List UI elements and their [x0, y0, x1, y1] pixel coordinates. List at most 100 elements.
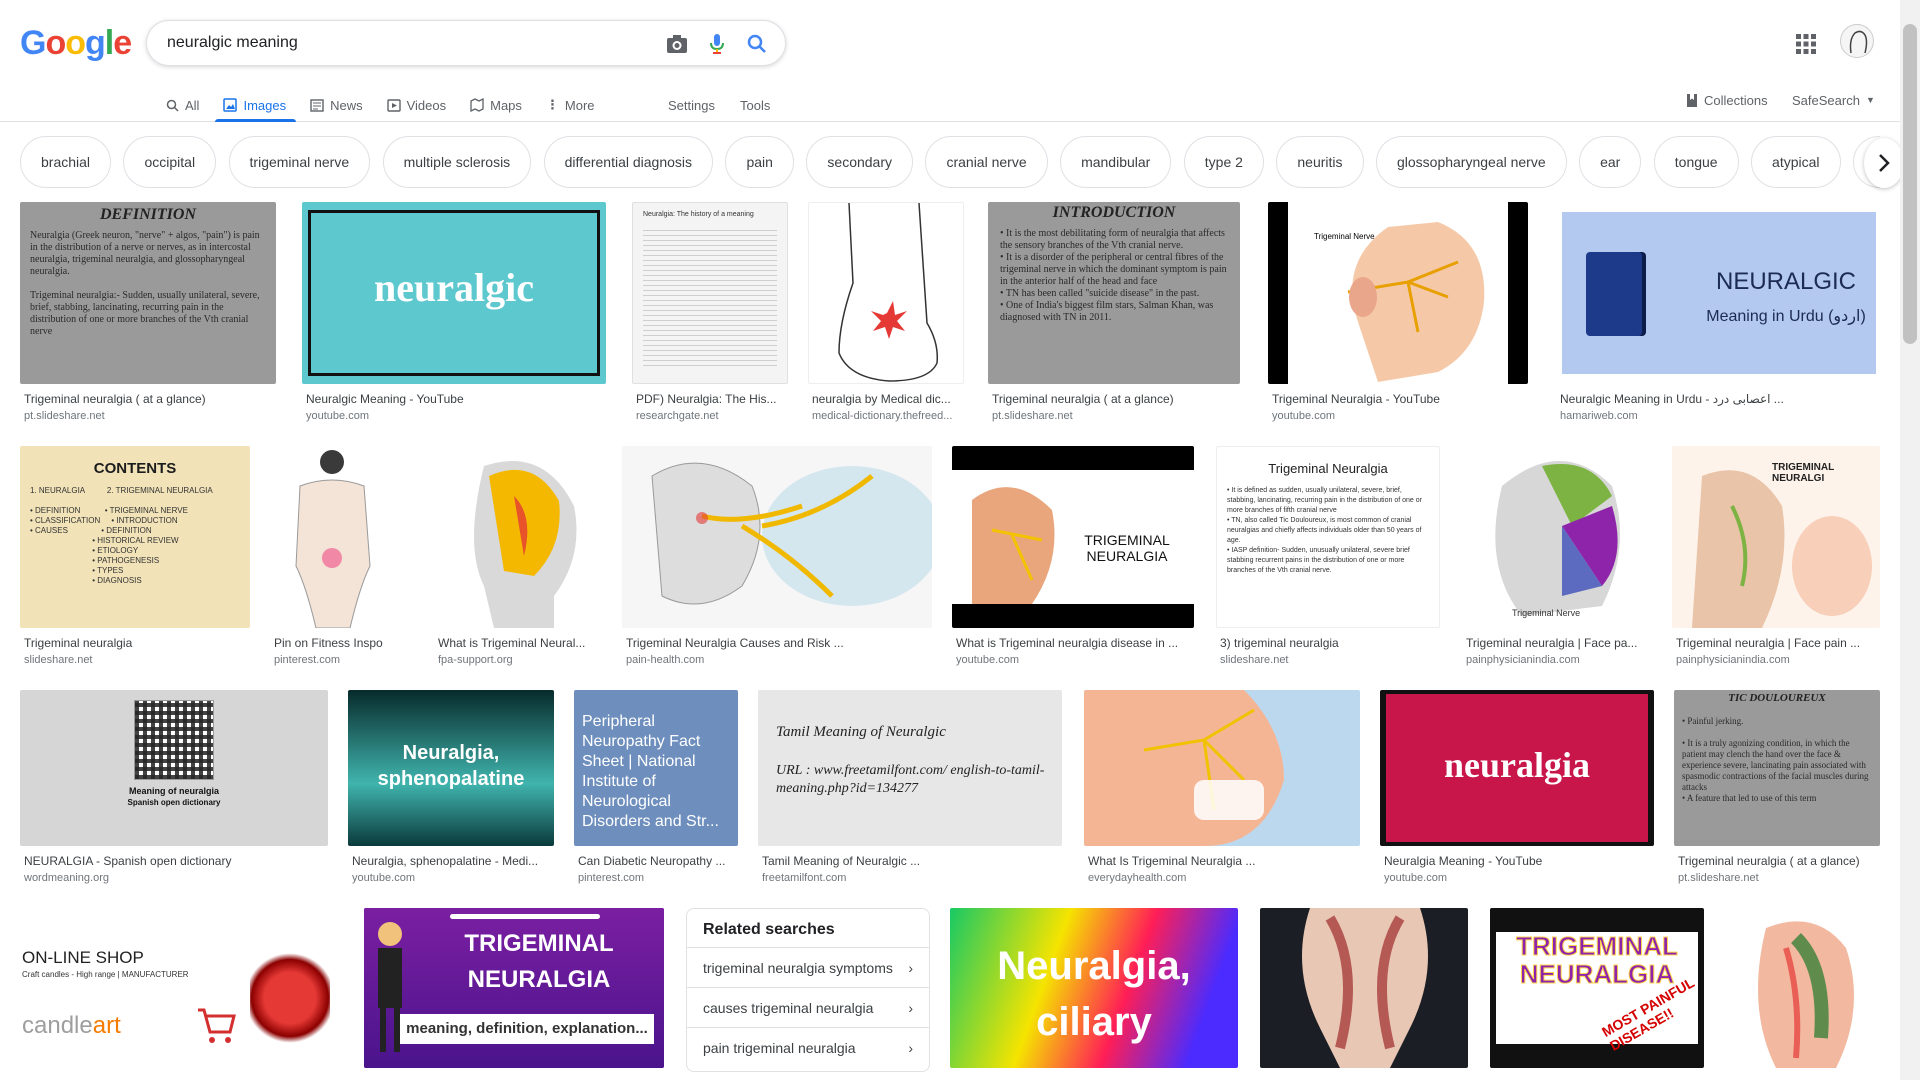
result-thumbnail[interactable]: TIC DOULOUREUX • Painful jerking. • It is… — [1674, 690, 1880, 846]
microphone-icon[interactable] — [705, 32, 729, 56]
image-result[interactable]: INTRODUCTION • It is the most debilitati… — [988, 202, 1242, 422]
image-result[interactable]: TIC DOULOUREUX • Painful jerking. • It is… — [1674, 690, 1882, 902]
image-result[interactable]: ON-LINE SHOP Craft candles - High range … — [20, 908, 344, 1068]
result-title[interactable]: NEURALGIA - Spanish open dictionary — [24, 854, 330, 868]
result-thumbnail[interactable]: Meaning of neuralgia Spanish open dictio… — [20, 690, 328, 846]
search-icon[interactable] — [745, 32, 769, 56]
result-thumbnail[interactable] — [434, 446, 602, 628]
image-result[interactable]: What is Trigeminal Neural... fpa-support… — [434, 446, 604, 666]
image-result[interactable]: neuralgic Neuralgic Meaning - YouTube yo… — [302, 202, 608, 422]
image-result[interactable]: Trigeminal Nerve Trigeminal neuralgia | … — [1462, 446, 1652, 666]
chip[interactable]: atypical — [1751, 136, 1841, 188]
image-result[interactable]: What Is Trigeminal Neuralgia ... everyda… — [1084, 690, 1362, 902]
chip[interactable]: trigeminal nerve — [228, 136, 371, 188]
scrollbar[interactable] — [1900, 0, 1920, 1080]
tab-more[interactable]: ⋮ More — [546, 88, 595, 122]
related-search-item[interactable]: pain trigeminal neuralgia › — [687, 1027, 929, 1067]
image-result[interactable]: TRIGEMINAL NEURALGIA MOST PAINFUL DISEAS… — [1490, 908, 1706, 1068]
related-search-item[interactable]: causes trigeminal neuralgia › — [687, 987, 929, 1027]
result-title[interactable]: Neuralgia, sphenopalatine - Medi... — [352, 854, 556, 868]
result-thumbnail[interactable]: TRIGEMINAL NEURALGIA meaning, definition… — [364, 908, 664, 1068]
result-thumbnail[interactable] — [1260, 908, 1468, 1068]
result-thumbnail[interactable]: INTRODUCTION • It is the most debilitati… — [988, 202, 1240, 384]
result-title[interactable]: Neuralgic Meaning - YouTube — [306, 392, 606, 406]
image-result[interactable]: Neuralgia: The history of a meaning PDF)… — [632, 202, 790, 422]
result-thumbnail[interactable]: neuralgic — [302, 202, 606, 384]
avatar[interactable] — [1840, 24, 1874, 58]
result-title[interactable]: Trigeminal Neuralgia Causes and Risk ... — [626, 636, 932, 650]
image-result[interactable]: TRIGEMINAL NEURALGI Trigeminal neuralgia… — [1672, 446, 1882, 666]
camera-icon[interactable] — [665, 32, 689, 56]
result-title[interactable]: Tamil Meaning of Neuralgic ... — [762, 854, 1062, 868]
result-title[interactable]: Neuralgia Meaning - YouTube — [1384, 854, 1656, 868]
tab-news[interactable]: News — [310, 88, 363, 122]
result-thumbnail[interactable] — [270, 446, 414, 628]
image-result[interactable]: Trigeminal Neuralgia Causes and Risk ...… — [622, 446, 934, 666]
scrollbar-thumb[interactable] — [1903, 24, 1917, 344]
safesearch-menu[interactable]: SafeSearch ▼ — [1792, 88, 1875, 112]
result-thumbnail[interactable]: CONTENTS 1. NEURALGIA 2. TRIGEMINAL NEUR… — [20, 446, 250, 628]
tab-images[interactable]: Images — [215, 88, 296, 122]
result-title[interactable]: Trigeminal neuralgia ( at a glance) — [1678, 854, 1882, 868]
result-title[interactable]: PDF) Neuralgia: The His... — [636, 392, 786, 406]
chip[interactable]: mandibular — [1060, 136, 1172, 188]
chip[interactable]: ear — [1579, 136, 1642, 188]
image-result[interactable] — [1260, 908, 1470, 1068]
chips-next-button[interactable] — [1864, 138, 1904, 188]
chip[interactable]: type 2 — [1183, 136, 1264, 188]
collections-link[interactable]: Collections — [1686, 88, 1768, 112]
result-thumbnail[interactable]: TRIGEMINAL NEURALGIA MOST PAINFUL DISEAS… — [1490, 908, 1704, 1068]
chip[interactable]: pain — [725, 136, 794, 188]
chip[interactable]: secondary — [806, 136, 913, 188]
tools-link[interactable]: Tools — [740, 88, 770, 122]
chip[interactable]: differential diagnosis — [543, 136, 714, 188]
chip[interactable]: brachial — [20, 136, 112, 188]
google-logo[interactable]: Google — [20, 24, 132, 63]
image-result[interactable]: DEFINITION Neuralgia (Greek neuron, "ner… — [20, 202, 278, 422]
apps-grid-icon[interactable] — [1794, 32, 1818, 56]
image-result[interactable]: Peripheral Neuropathy Fact Sheet | Natio… — [574, 690, 740, 902]
result-title[interactable]: Trigeminal neuralgia ( at a glance) — [992, 392, 1242, 406]
result-thumbnail[interactable]: Neuralgia, ciliary — [950, 908, 1238, 1068]
result-thumbnail[interactable] — [622, 446, 932, 628]
result-thumbnail[interactable]: Trigeminal Nerve — [1268, 202, 1528, 384]
result-thumbnail[interactable]: ON-LINE SHOP Craft candles - High range … — [20, 908, 342, 1068]
result-thumbnail[interactable]: Tamil Meaning of Neuralgic URL : www.fre… — [758, 690, 1062, 846]
result-thumbnail[interactable]: Peripheral Neuropathy Fact Sheet | Natio… — [574, 690, 738, 846]
result-title[interactable]: What is Trigeminal neuralgia disease in … — [956, 636, 1196, 650]
result-thumbnail[interactable] — [808, 202, 964, 384]
result-title[interactable]: Trigeminal neuralgia | Face pain ... — [1676, 636, 1882, 650]
image-result[interactable]: Trigeminal Neuralgia • It is defined as … — [1216, 446, 1442, 666]
result-thumbnail[interactable]: Neuralgia, sphenopalatine — [348, 690, 554, 846]
result-thumbnail[interactable] — [1726, 908, 1880, 1068]
result-title[interactable]: What Is Trigeminal Neuralgia ... — [1088, 854, 1362, 868]
chip[interactable]: glossopharyngeal nerve — [1375, 136, 1567, 188]
result-title[interactable]: Trigeminal neuralgia — [24, 636, 250, 650]
image-result[interactable]: Meaning of neuralgia Spanish open dictio… — [20, 690, 330, 902]
related-search-item[interactable]: trigeminal neuralgia symptoms › — [687, 947, 929, 987]
result-thumbnail[interactable] — [1084, 690, 1360, 846]
chip[interactable]: neuritis — [1276, 136, 1364, 188]
result-title[interactable]: Trigeminal Neuralgia - YouTube — [1272, 392, 1530, 406]
result-thumbnail[interactable]: TRIGEMINAL NEURALGI — [1672, 446, 1880, 628]
result-title[interactable]: 3) trigeminal neuralgia — [1220, 636, 1440, 650]
result-title[interactable]: neuralgia by Medical dic... — [812, 392, 962, 406]
result-thumbnail[interactable]: DEFINITION Neuralgia (Greek neuron, "ner… — [20, 202, 276, 384]
image-result[interactable]: neuralgia by Medical dic... medical-dict… — [808, 202, 966, 422]
result-title[interactable]: Pin on Fitness Inspo — [274, 636, 414, 650]
image-result[interactable] — [1726, 908, 1882, 1068]
chip[interactable]: occipital — [123, 136, 217, 188]
result-title[interactable]: Trigeminal neuralgia | Face pa... — [1466, 636, 1650, 650]
chip[interactable]: tongue — [1653, 136, 1739, 188]
result-title[interactable]: Can Diabetic Neuropathy ... — [578, 854, 740, 868]
search-input[interactable] — [167, 31, 647, 55]
image-result[interactable]: neuralgia Neuralgia Meaning - YouTube yo… — [1380, 690, 1656, 902]
result-title[interactable]: What is Trigeminal Neural... — [438, 636, 602, 650]
image-result[interactable]: CONTENTS 1. NEURALGIA 2. TRIGEMINAL NEUR… — [20, 446, 252, 666]
settings-link[interactable]: Settings — [668, 88, 715, 122]
result-thumbnail[interactable]: Neuralgia: The history of a meaning — [632, 202, 788, 384]
tab-all[interactable]: All — [166, 88, 199, 122]
tab-maps[interactable]: Maps — [470, 88, 522, 122]
tab-videos[interactable]: Videos — [386, 88, 446, 122]
image-result[interactable]: Neuralgia, ciliary — [950, 908, 1240, 1068]
